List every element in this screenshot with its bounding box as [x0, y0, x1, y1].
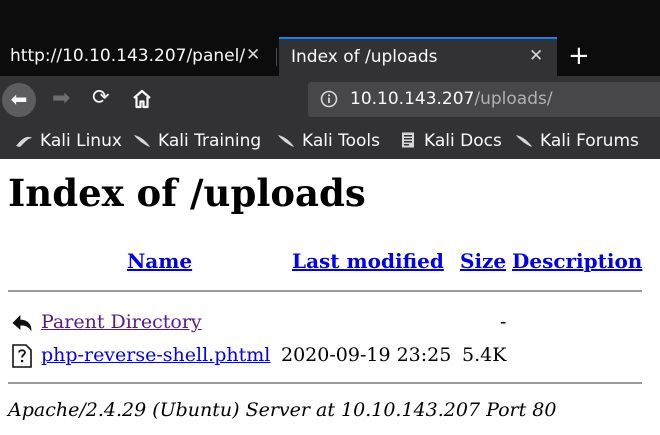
tab-uploads[interactable]: Index of /uploads ✕ [279, 37, 557, 76]
file-size: - [500, 311, 507, 333]
back-arrow-icon: ⬅ [10, 87, 28, 111]
tab-close-icon[interactable]: ✕ [529, 46, 543, 66]
bookmark-label: Kali Linux [40, 131, 122, 151]
url-text[interactable]: 10.10.143.207/uploads/ [350, 89, 553, 109]
column-header-last-modified[interactable]: Last modified [292, 249, 444, 273]
file-link[interactable]: php-reverse-shell.phtml [41, 344, 270, 366]
kali-dragon-icon [278, 135, 294, 147]
home-button[interactable] [130, 87, 154, 111]
tab-title: Index of /uploads [291, 47, 438, 67]
tab-bar: http://10.10.143.207/panel/ ✕ Index of /… [0, 0, 660, 76]
new-tab-button[interactable]: + [568, 38, 590, 74]
bookmark-kali-training[interactable]: Kali Training [132, 131, 261, 151]
bookmark-kali-linux[interactable]: Kali Linux [14, 131, 122, 151]
info-icon[interactable] [320, 90, 338, 108]
url-host: 10.10.143.207 [350, 89, 475, 109]
bookmark-kali-forums[interactable]: Kali Forums [514, 131, 639, 151]
page-content: Index of /uploads Name Last modified Siz… [0, 159, 660, 435]
bookmark-label: Kali Forums [540, 131, 639, 151]
tab-separator [276, 48, 277, 66]
navigation-toolbar: ⬅ ➡ ⟳ 10.10.143.207/uploads/ [0, 76, 660, 123]
unknown-file-icon [12, 344, 32, 368]
server-signature: Apache/2.4.29 (Ubuntu) Server at 10.10.1… [8, 399, 557, 421]
document-icon [402, 132, 414, 148]
file-size: 5.4K [462, 344, 507, 366]
forward-button[interactable]: ➡ [52, 86, 70, 111]
back-button[interactable]: ⬅ [2, 83, 36, 117]
kali-dragon-icon [16, 136, 32, 147]
tab-panel[interactable]: http://10.10.143.207/panel/ ✕ [0, 37, 274, 76]
back-arrow-icon [12, 315, 32, 332]
home-icon [133, 89, 151, 109]
url-path: /uploads/ [474, 89, 553, 109]
bookmark-label: Kali Tools [302, 131, 380, 151]
page-title: Index of /uploads [8, 171, 366, 215]
file-modified-date: 2020-09-19 23:25 [281, 344, 452, 366]
reload-button[interactable]: ⟳ [92, 85, 110, 109]
column-header-size[interactable]: Size [460, 249, 506, 273]
forward-arrow-icon: ➡ [52, 86, 71, 111]
bookmark-label: Kali Docs [424, 131, 502, 151]
url-bar[interactable]: 10.10.143.207/uploads/ [308, 82, 660, 117]
tab-title: http://10.10.143.207/panel/ [10, 46, 246, 66]
kali-dragon-icon [134, 135, 150, 147]
bookmark-kali-tools[interactable]: Kali Tools [276, 131, 380, 151]
kali-dragon-icon [516, 135, 532, 147]
bookmarks-toolbar: Kali Linux Kali Training Kali Tools Kali… [0, 123, 660, 159]
reload-icon: ⟳ [92, 85, 110, 109]
parent-directory-link[interactable]: Parent Directory [41, 311, 202, 333]
bookmark-label: Kali Training [158, 131, 262, 151]
column-header-name[interactable]: Name [127, 249, 192, 273]
divider [8, 290, 642, 292]
tab-close-icon[interactable]: ✕ [246, 45, 260, 65]
bookmark-kali-docs[interactable]: Kali Docs [398, 131, 502, 151]
divider [8, 382, 642, 384]
column-header-description[interactable]: Description [512, 249, 642, 273]
